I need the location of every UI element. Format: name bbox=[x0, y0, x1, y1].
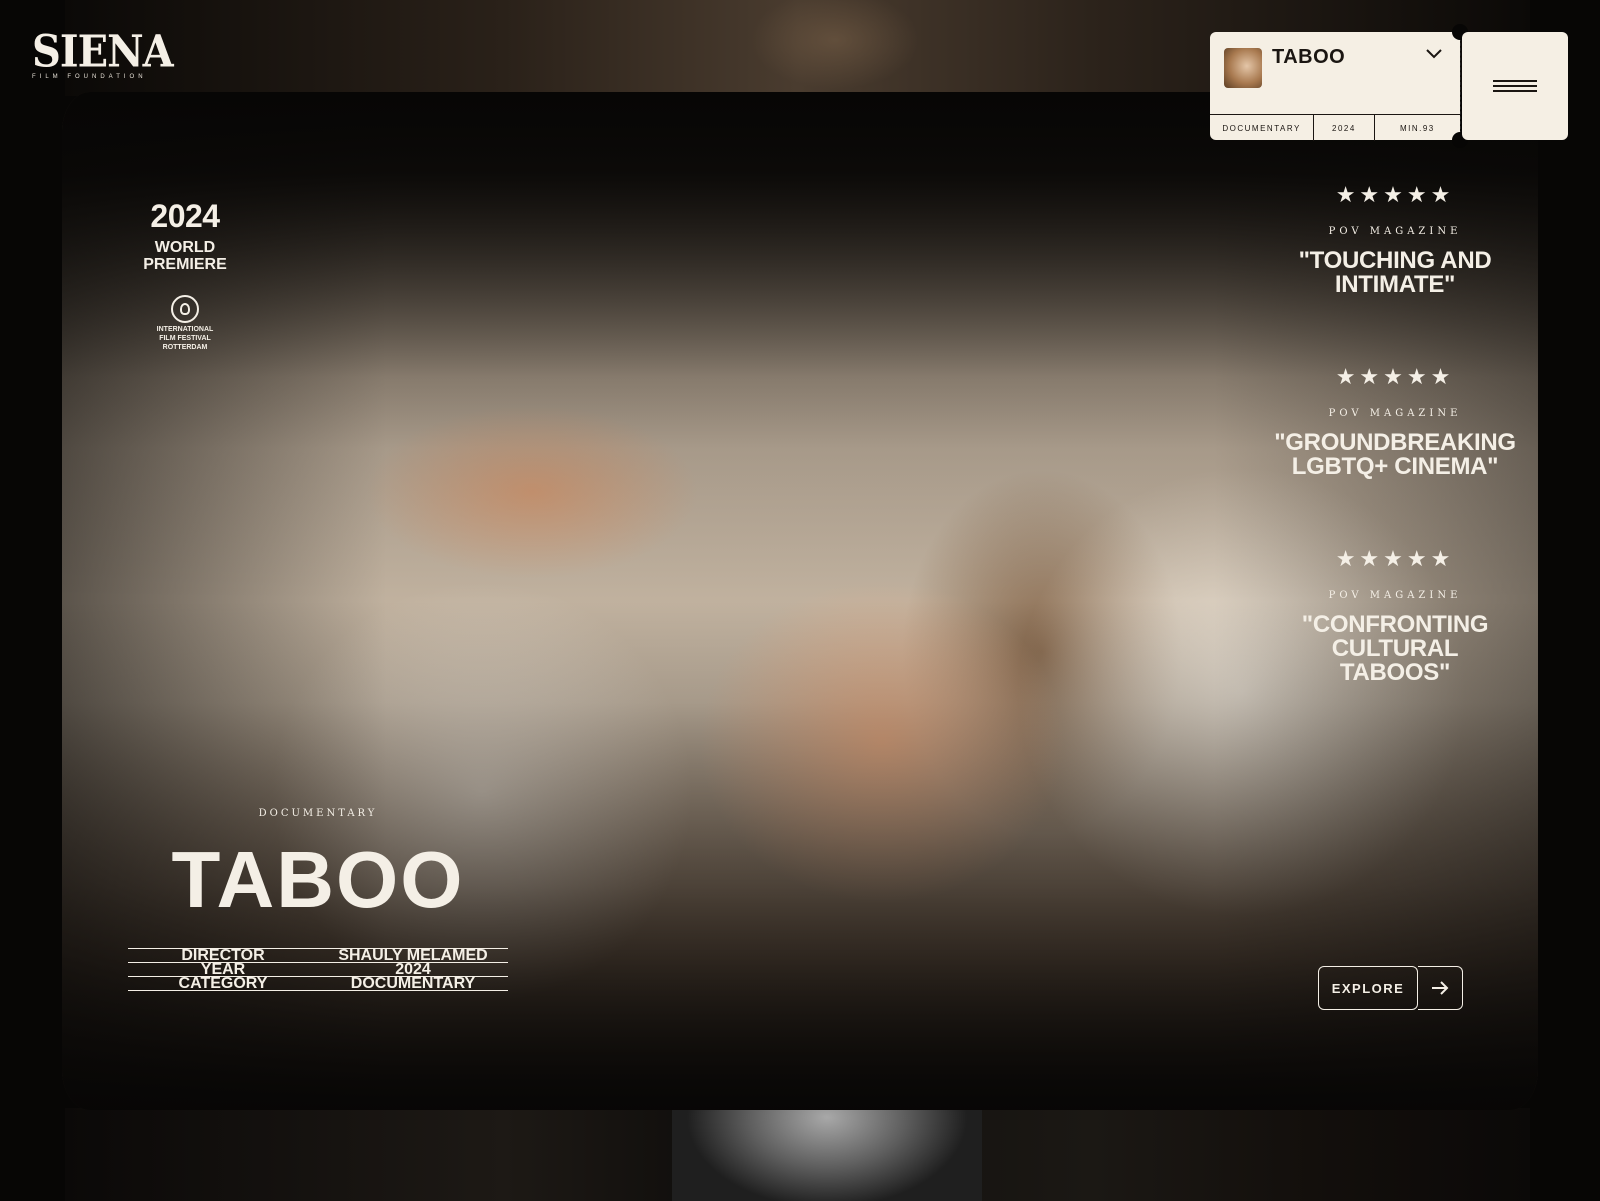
rating-stars: ★★★★★ bbox=[1335, 182, 1455, 207]
rating-stars: ★★★★★ bbox=[1335, 364, 1455, 389]
credit-row: DIRECTOR SHAULY MELAMED bbox=[128, 948, 508, 964]
rating-stars: ★★★★★ bbox=[1335, 546, 1455, 571]
film-title: TABOO bbox=[171, 835, 465, 924]
credit-row: CATEGORY DOCUMENTARY bbox=[128, 975, 508, 992]
explore-button[interactable]: EXPLORE bbox=[1318, 966, 1463, 1010]
menu-button[interactable] bbox=[1462, 32, 1568, 140]
hamburger-icon bbox=[1493, 77, 1537, 95]
ticket-meta-genre: DOCUMENTARY bbox=[1210, 115, 1315, 141]
brand-logo[interactable]: SIENA FILM FOUNDATION bbox=[32, 25, 174, 80]
ticket-meta-runtime: MIN.93 bbox=[1399, 123, 1435, 133]
film-thumbnail bbox=[1224, 48, 1262, 88]
explore-label: EXPLORE bbox=[1318, 966, 1418, 1010]
festival-name: INTERNATIONAL FILM FESTIVAL ROTTERDAM bbox=[156, 326, 214, 351]
film-genre-label: DOCUMENTARY bbox=[258, 808, 378, 819]
review-quote: "CONFRONTING CULTURAL TABOOS" bbox=[1301, 611, 1489, 686]
review-quote: "TOUCHING AND INTIMATE" bbox=[1298, 247, 1492, 298]
credit-label: CATEGORY bbox=[178, 975, 268, 992]
film-selector-dropdown[interactable]: TABOO DOCUMENTARY 2024 MIN.93 bbox=[1210, 32, 1460, 141]
brand-name: SIENA bbox=[32, 25, 174, 78]
review-source: POV MAGAZINE bbox=[1328, 590, 1462, 601]
review-item: ★★★★★ POV MAGAZINE "TOUCHING AND INTIMAT… bbox=[1250, 182, 1540, 297]
next-film-still bbox=[672, 1108, 982, 1201]
arrow-right-icon bbox=[1418, 966, 1463, 1010]
selected-film-title: TABOO bbox=[1272, 46, 1346, 68]
ticket-meta-row: DOCUMENTARY 2024 MIN.93 bbox=[1210, 114, 1460, 141]
lion-head-icon bbox=[171, 295, 199, 323]
chevron-down-icon[interactable] bbox=[1426, 46, 1442, 64]
premiere-year: 2024 bbox=[150, 198, 220, 234]
film-ticket-selector: TABOO DOCUMENTARY 2024 MIN.93 bbox=[1210, 24, 1568, 148]
review-quote: "GROUNDBREAKING LGBTQ+ CINEMA" bbox=[1274, 429, 1516, 480]
ticket-perforation bbox=[1460, 38, 1461, 134]
review-item: ★★★★★ POV MAGAZINE "CONFRONTING CULTURAL… bbox=[1250, 546, 1540, 685]
review-source: POV MAGAZINE bbox=[1328, 226, 1462, 237]
review-source: POV MAGAZINE bbox=[1328, 408, 1462, 419]
film-credits: DIRECTOR SHAULY MELAMED YEAR 2024 CATEGO… bbox=[128, 948, 508, 992]
credit-value: DOCUMENTARY bbox=[350, 975, 476, 992]
premiere-label: WORLD PREMIERE bbox=[143, 239, 227, 273]
credit-row: YEAR 2024 bbox=[128, 962, 508, 978]
world-premiere-badge: 2024 WORLD PREMIERE INTERNATIONAL FILM F… bbox=[140, 198, 230, 352]
review-item: ★★★★★ POV MAGAZINE "GROUNDBREAKING LGBTQ… bbox=[1250, 364, 1540, 479]
ticket-meta-year: 2024 bbox=[1314, 115, 1375, 141]
